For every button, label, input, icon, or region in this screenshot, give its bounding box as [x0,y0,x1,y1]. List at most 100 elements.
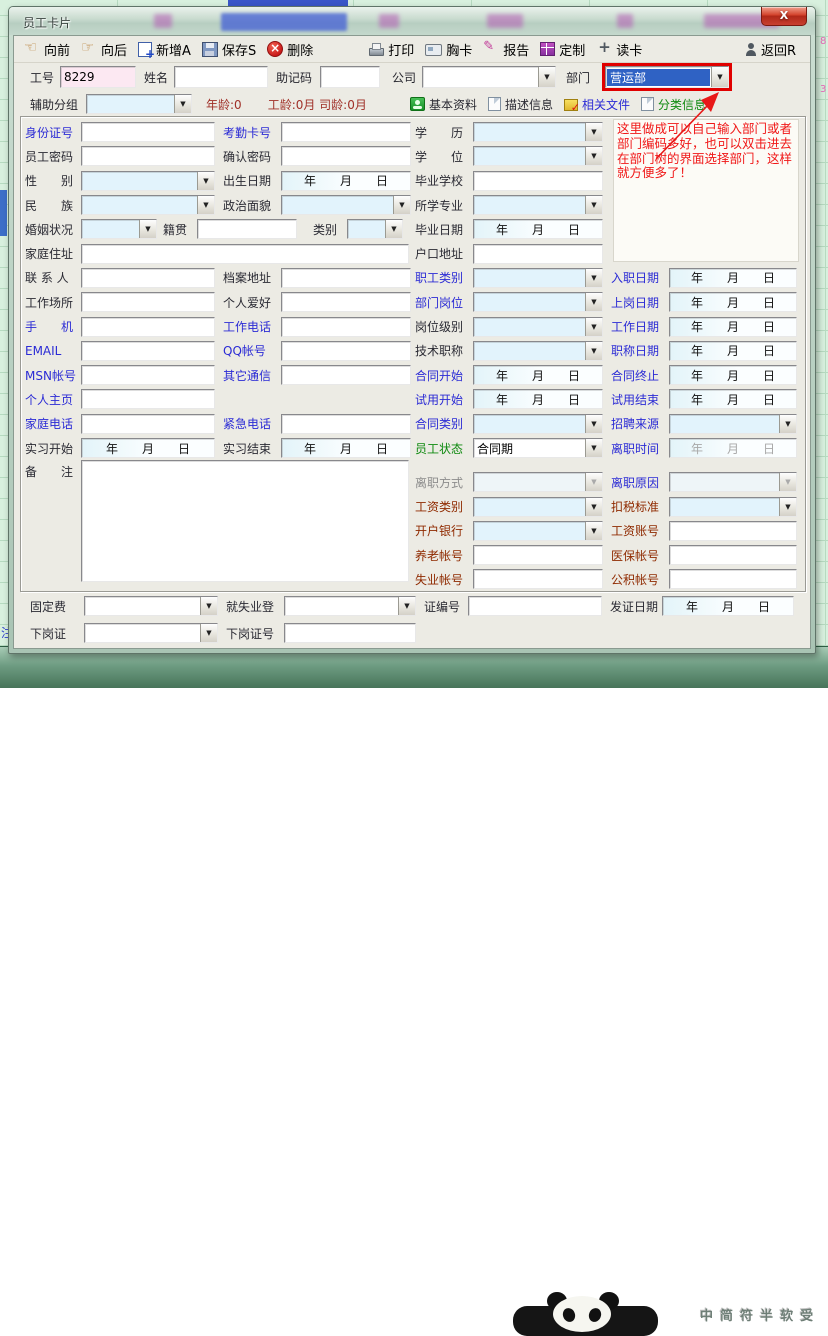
text-input[interactable] [81,122,215,142]
text-input[interactable] [81,292,215,312]
text-input[interactable] [197,219,297,239]
dropdown-arrow-icon[interactable]: ▼ [398,597,415,615]
combo-box[interactable]: ▼ [81,195,215,215]
toolbar-button-badge[interactable]: 胸卡 [425,40,472,59]
text-input[interactable] [81,146,215,166]
text-input[interactable] [281,365,411,385]
toolbar-button-report[interactable]: 报告 [483,40,529,59]
ime-button[interactable]: 受 [800,1305,813,1324]
titlebar[interactable]: 员工卡片 X [9,7,815,35]
department-combo[interactable]: 营运部 ▼ [605,66,729,88]
date-field[interactable]: 年 月 日 [281,438,411,458]
text-input[interactable] [81,244,409,264]
ime-button[interactable]: 半 [760,1305,773,1324]
dropdown-arrow-icon[interactable]: ▼ [197,196,214,214]
toolbar-button-print[interactable]: 打印 [368,40,414,59]
dropdown-arrow-icon[interactable]: ▼ [585,415,602,433]
dropdown-arrow-icon[interactable]: ▼ [538,67,555,87]
combo-box[interactable]: ▼ [473,341,603,361]
text-input[interactable] [281,292,411,312]
date-field[interactable]: 年 月 日 [662,596,794,616]
date-field[interactable]: 年 月 日 [669,341,797,361]
dropdown-arrow-icon[interactable]: ▼ [779,415,796,433]
text-input[interactable] [669,569,797,589]
text-input[interactable] [281,317,411,337]
date-field[interactable]: 年 月 日 [473,219,603,239]
combo-box[interactable]: ▼ [473,122,603,142]
notes-textarea[interactable] [81,460,409,582]
text-input[interactable] [281,414,411,434]
dropdown-arrow-icon[interactable]: ▼ [585,147,602,165]
date-field[interactable]: 年 月 日 [81,438,215,458]
toolbar-button-new[interactable]: 新增A [138,40,191,59]
combo-box[interactable]: ▼ [347,219,403,239]
text-input[interactable] [473,244,603,264]
dropdown-arrow-icon[interactable]: ▼ [585,196,602,214]
date-field[interactable]: 年 月 日 [669,317,797,337]
date-field[interactable]: 年 月 日 [669,268,797,288]
toolbar-button-back[interactable]: 向前 [24,40,70,59]
close-button[interactable]: X [761,7,807,26]
date-field[interactable]: 年 月 日 [669,389,797,409]
text-input[interactable] [281,268,411,288]
combo-box[interactable]: ▼ [84,623,218,643]
text-input[interactable] [81,317,215,337]
combo-box[interactable]: ▼ [473,414,603,434]
combo-box[interactable]: ▼ [84,596,218,616]
combo-box[interactable]: 合同期▼ [473,438,603,458]
text-input[interactable] [473,545,603,565]
toolbar-button-readcard[interactable]: 读卡 [596,40,642,59]
ime-button[interactable]: 简 [720,1305,733,1324]
combo-box[interactable]: ▼ [473,521,603,541]
text-input[interactable] [281,122,411,142]
text-input[interactable] [473,569,603,589]
text-input[interactable] [81,268,215,288]
date-field[interactable]: 年 月 日 [669,292,797,312]
combo-box[interactable]: ▼ [669,472,797,492]
tab-files[interactable]: 相关文件 [564,96,630,113]
combo-box[interactable]: ▼ [473,497,603,517]
combo-box[interactable]: ▼ [281,195,411,215]
dropdown-arrow-icon[interactable]: ▼ [585,123,602,141]
dropdown-arrow-icon[interactable]: ▼ [585,293,602,311]
dropdown-arrow-icon[interactable]: ▼ [585,342,602,360]
toolbar-button-save[interactable]: 保存S [202,40,256,59]
tab-description[interactable]: 描述信息 [488,96,553,113]
dropdown-arrow-icon[interactable]: ▼ [393,196,410,214]
text-input[interactable] [81,389,215,409]
dropdown-arrow-icon[interactable]: ▼ [779,473,796,491]
combo-box[interactable]: ▼ [81,171,215,191]
text-input[interactable] [468,596,602,616]
text-input[interactable] [81,341,215,361]
toolbar-button-customize[interactable]: 定制 [540,40,585,59]
dropdown-arrow-icon[interactable]: ▼ [200,624,217,642]
dropdown-arrow-icon[interactable]: ▼ [197,172,214,190]
combo-box[interactable]: ▼ [284,596,416,616]
name-input[interactable] [174,66,268,88]
mnemonic-input[interactable] [320,66,380,88]
dropdown-arrow-icon[interactable]: ▼ [779,498,796,516]
combo-box[interactable]: ▼ [81,219,157,239]
dropdown-arrow-icon[interactable]: ▼ [585,318,602,336]
dropdown-arrow-icon[interactable]: ▼ [585,498,602,516]
dropdown-arrow-icon[interactable]: ▼ [585,439,602,457]
date-field[interactable]: 年 月 日 [669,438,797,458]
aux-group-combo[interactable]: ▼ [86,94,192,114]
text-input[interactable] [81,414,215,434]
text-input[interactable] [281,341,411,361]
toolbar-button-forward[interactable]: 向后 [81,40,127,59]
date-field[interactable]: 年 月 日 [669,365,797,385]
combo-box[interactable]: ▼ [669,414,797,434]
combo-box[interactable]: ▼ [473,472,603,492]
dropdown-arrow-icon[interactable]: ▼ [585,473,602,491]
combo-box[interactable]: ▼ [669,497,797,517]
dropdown-arrow-icon[interactable]: ▼ [385,220,402,238]
date-field[interactable]: 年 月 日 [473,365,603,385]
combo-box[interactable]: ▼ [473,317,603,337]
tab-basic-info[interactable]: 基本资料 [410,96,477,113]
date-field[interactable]: 年 月 日 [473,389,603,409]
text-input[interactable] [669,521,797,541]
text-input[interactable] [473,171,603,191]
text-input[interactable] [284,623,416,643]
combo-box[interactable]: ▼ [473,195,603,215]
